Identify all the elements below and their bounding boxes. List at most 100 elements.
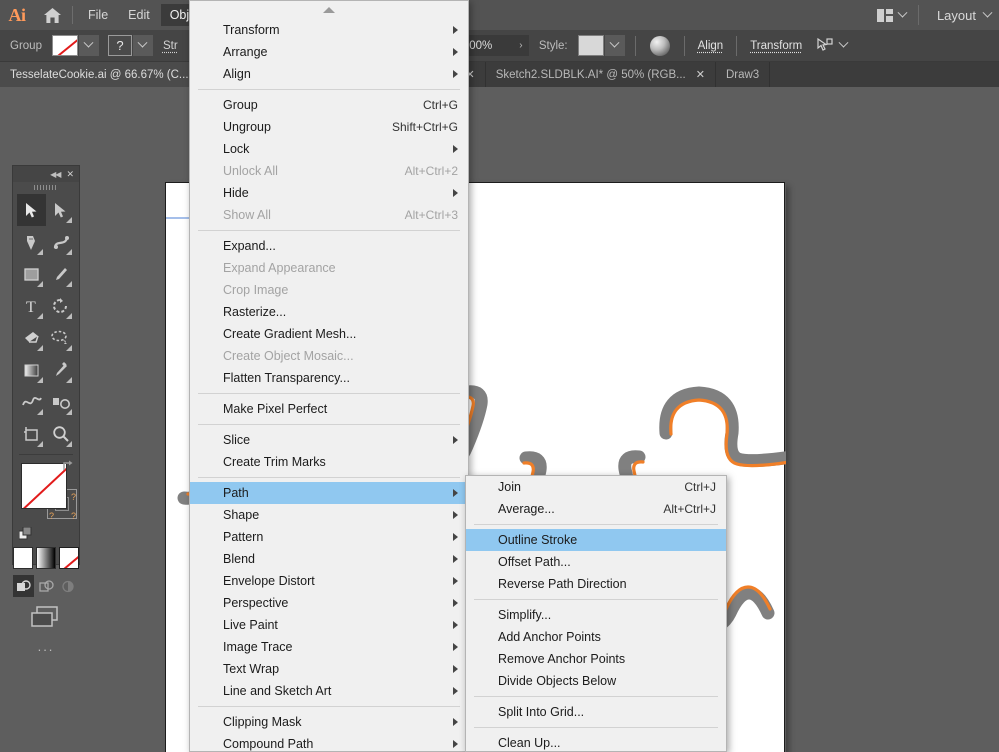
menu-item-outline-stroke[interactable]: Outline Stroke [466, 529, 726, 551]
opacity-options-button[interactable]: › [512, 35, 529, 56]
menu-item-blend[interactable]: Blend [190, 548, 468, 570]
eraser-tool[interactable] [17, 322, 46, 354]
menu-item-split-into-grid[interactable]: Split Into Grid... [466, 701, 726, 723]
swap-fill-stroke-icon[interactable] [61, 459, 75, 473]
tool-flyout-indicator [66, 345, 72, 351]
select-similar-icon[interactable] [817, 37, 834, 53]
menu-item-ungroup[interactable]: Ungroup Shift+Ctrl+G [190, 116, 468, 138]
menu-item-live-paint[interactable]: Live Paint [190, 614, 468, 636]
paintbrush-tool[interactable] [46, 258, 75, 290]
draw-normal-icon[interactable] [13, 575, 34, 597]
menubar-divider-2 [917, 5, 919, 25]
close-icon[interactable]: ✕ [66, 169, 74, 180]
menu-item-create-trim-marks[interactable]: Create Trim Marks [190, 451, 468, 473]
menu-item-label: Text Wrap [223, 662, 280, 676]
default-fill-stroke-icon[interactable] [18, 526, 33, 541]
color-mode-white[interactable] [13, 547, 33, 569]
menu-item-join[interactable]: Join Ctrl+J [466, 476, 726, 498]
blend-tool[interactable] [17, 386, 46, 418]
doc-tab-sketch2[interactable]: Sketch2.SLDBLK.AI* @ 50% (RGB... ✕ [485, 62, 716, 87]
menu-item-image-trace[interactable]: Image Trace [190, 636, 468, 658]
menu-item-lock[interactable]: Lock [190, 138, 468, 160]
collapse-icon[interactable]: ◀◀ [50, 170, 61, 179]
stroke-label[interactable]: Str [153, 40, 188, 52]
gradient-tool[interactable] [17, 354, 46, 386]
scroll-up-arrow-icon[interactable] [190, 1, 468, 19]
menu-item-hide[interactable]: Hide [190, 182, 468, 204]
stroke-weight-field[interactable]: ? [107, 35, 132, 56]
artboard-tool[interactable] [17, 418, 46, 450]
align-button[interactable]: Align [689, 40, 733, 52]
menu-item-reverse-path-direction[interactable]: Reverse Path Direction [466, 573, 726, 595]
menu-item-transform[interactable]: Transform [190, 19, 468, 41]
menu-item-text-wrap[interactable]: Text Wrap [190, 658, 468, 680]
menu-item-remove-anchor-points[interactable]: Remove Anchor Points [466, 648, 726, 670]
menu-item-add-anchor-points[interactable]: Add Anchor Points [466, 626, 726, 648]
chevron-down-icon[interactable] [838, 37, 849, 48]
draw-behind-icon[interactable] [36, 575, 57, 597]
home-icon[interactable] [34, 0, 70, 30]
menu-item-line-and-sketch-art[interactable]: Line and Sketch Art [190, 680, 468, 702]
arrange-documents-icon[interactable] [869, 0, 914, 30]
transform-button[interactable]: Transform [741, 40, 811, 52]
shape-builder-tool[interactable] [46, 386, 75, 418]
menu-item-rasterize[interactable]: Rasterize... [190, 301, 468, 323]
fill-swatch[interactable] [51, 35, 78, 56]
type-tool[interactable]: T [17, 290, 46, 322]
object-menu-dropdown[interactable]: Transform Arrange Align Group Ctrl+G Ungr… [189, 0, 469, 752]
selection-tool[interactable] [17, 194, 46, 226]
chevron-down-icon[interactable] [982, 7, 993, 18]
menu-item-create-gradient-mesh[interactable]: Create Gradient Mesh... [190, 323, 468, 345]
menu-item-make-pixel-perfect[interactable]: Make Pixel Perfect [190, 398, 468, 420]
menu-item-simplify[interactable]: Simplify... [466, 604, 726, 626]
style-dropdown-button[interactable] [604, 35, 625, 56]
chevron-down-icon [84, 37, 94, 48]
doc-tab-tesselatecookie[interactable]: TesselateCookie.ai @ 66.67% (C... [0, 62, 200, 87]
zoom-tool[interactable] [46, 418, 75, 450]
doc-tab-draw3[interactable]: Draw3 [715, 62, 771, 87]
screen-mode-icon[interactable] [13, 605, 79, 629]
menu-item-clean-up[interactable]: Clean Up... [466, 732, 726, 752]
pen-tool[interactable] [17, 226, 46, 258]
menu-item-perspective[interactable]: Perspective [190, 592, 468, 614]
close-icon[interactable]: ✕ [696, 68, 705, 81]
menu-item-flatten-transparency[interactable]: Flatten Transparency... [190, 367, 468, 389]
menu-item-path[interactable]: Path [190, 482, 468, 504]
rotate-tool[interactable] [46, 290, 75, 322]
drag-handle[interactable] [13, 182, 79, 192]
menu-file[interactable]: File [79, 4, 117, 26]
color-mode-gradient[interactable] [36, 547, 56, 569]
more-tools-button[interactable]: ... [13, 639, 79, 654]
path-submenu-dropdown[interactable]: Join Ctrl+J Average... Alt+Ctrl+J Outline … [465, 475, 727, 752]
tools-panel-header[interactable]: ◀◀ ✕ [13, 166, 79, 182]
stroke-dropdown-button[interactable] [132, 35, 153, 56]
menu-item-label: Line and Sketch Art [223, 684, 332, 698]
color-mode-none[interactable] [59, 547, 79, 569]
curvature-tool[interactable] [46, 226, 75, 258]
graphic-style-swatch[interactable] [577, 35, 604, 56]
menu-item-align[interactable]: Align [190, 63, 468, 85]
render-orb-icon[interactable] [649, 35, 670, 56]
menu-item-arrange[interactable]: Arrange [190, 41, 468, 63]
fill-dropdown-button[interactable] [78, 35, 99, 56]
submenu-arrow-icon [453, 555, 458, 563]
menu-item-compound-path[interactable]: Compound Path [190, 733, 468, 752]
menu-item-shape[interactable]: Shape [190, 504, 468, 526]
menu-item-clipping-mask[interactable]: Clipping Mask [190, 711, 468, 733]
menu-item-pattern[interactable]: Pattern [190, 526, 468, 548]
eyedropper-tool[interactable] [46, 354, 75, 386]
draw-inside-icon[interactable] [58, 575, 79, 597]
menu-edit[interactable]: Edit [119, 4, 159, 26]
menu-item-envelope-distort[interactable]: Envelope Distort [190, 570, 468, 592]
direct-selection-tool[interactable] [46, 194, 75, 226]
lasso-tool[interactable] [46, 322, 75, 354]
menu-item-divide-objects-below[interactable]: Divide Objects Below [466, 670, 726, 692]
workspace-switcher[interactable]: Layout [923, 8, 984, 23]
menu-item-group[interactable]: Group Ctrl+G [190, 94, 468, 116]
menu-item-label: Ungroup [223, 120, 271, 134]
menu-item-offset-path[interactable]: Offset Path... [466, 551, 726, 573]
menu-item-expand[interactable]: Expand... [190, 235, 468, 257]
menu-item-slice[interactable]: Slice [190, 429, 468, 451]
menu-item-average[interactable]: Average... Alt+Ctrl+J [466, 498, 726, 520]
rectangle-tool[interactable] [17, 258, 46, 290]
